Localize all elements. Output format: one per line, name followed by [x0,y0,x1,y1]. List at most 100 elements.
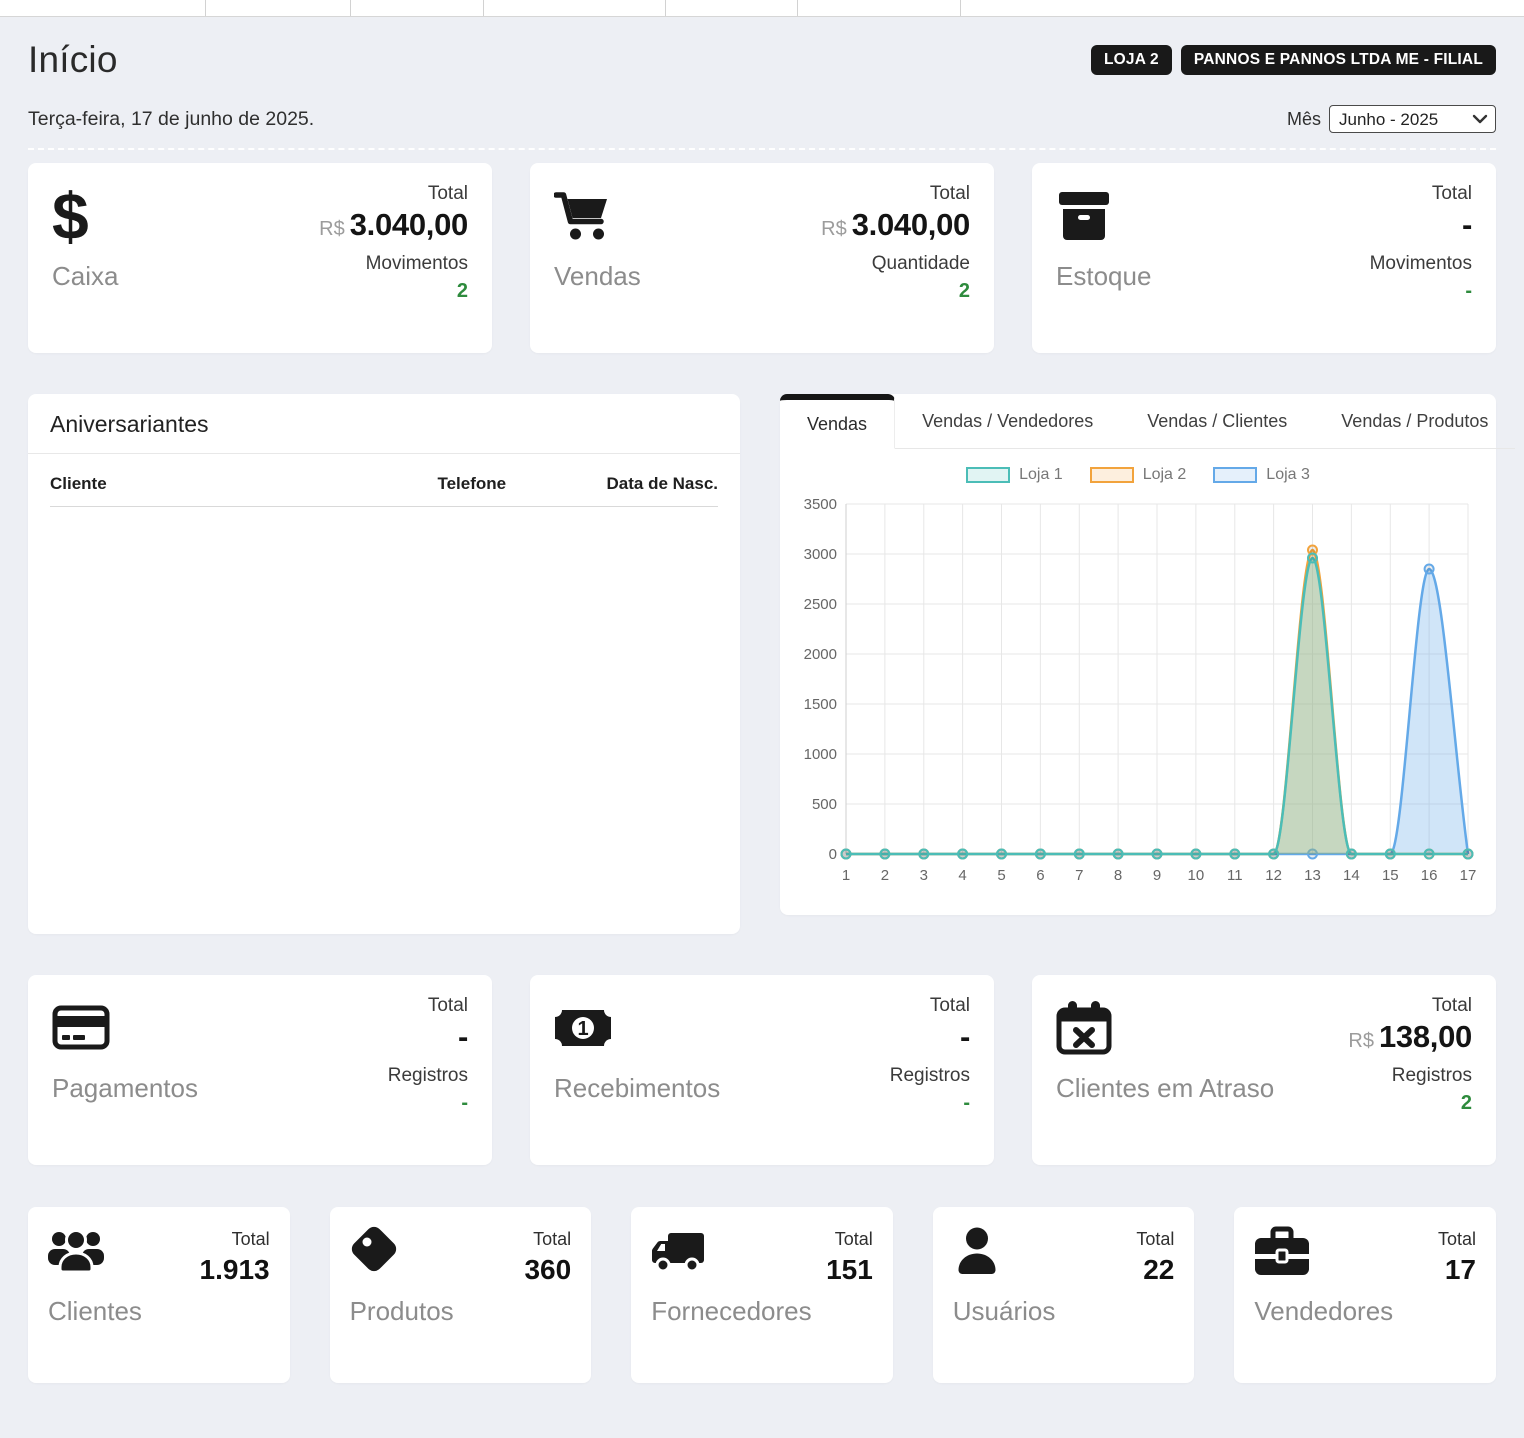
total-value: 17 [1438,1254,1476,1286]
x-tick-label: 10 [1188,867,1205,884]
data-point[interactable] [842,850,851,859]
page-title: Início [28,39,118,81]
sub-label: Registros [1348,1065,1472,1087]
clientes-card: Total 1.913 Clientes [28,1207,290,1383]
sub-label: Registros [388,1065,468,1087]
y-tick-label: 500 [812,796,837,813]
card-label: Vendedores [1254,1296,1476,1327]
data-point[interactable] [958,850,967,859]
card-label: Clientes [48,1296,270,1327]
x-tick-label: 12 [1265,867,1282,884]
data-point[interactable] [997,850,1006,859]
total-label: Total [1348,995,1472,1017]
card-label: Produtos [350,1296,572,1327]
user-icon [953,1226,1001,1276]
credit-card-icon [52,1003,110,1053]
legend-label: Loja 2 [1143,466,1187,484]
legend-item[interactable]: Loja 3 [1213,466,1310,484]
data-point[interactable] [1347,850,1356,859]
data-point[interactable] [1230,850,1239,859]
sub-value: - [1370,280,1472,303]
card-label: Clientes em Atraso [1056,1073,1274,1104]
sub-value: 2 [319,280,468,303]
clientes-em-atraso-card: Clientes em Atraso Total R$138,00 Regist… [1032,975,1496,1165]
strip-divider [797,0,798,16]
box-icon [1056,190,1112,242]
produtos-card: Total 360 Produtos [330,1207,592,1383]
card-label: Usuários [953,1296,1175,1327]
legend-label: Loja 3 [1266,466,1310,484]
total-value: - [890,1019,970,1055]
y-tick-label: 3500 [804,496,837,513]
data-point[interactable] [1036,850,1045,859]
data-point[interactable] [1386,850,1395,859]
column-header-data-nasc: Data de Nasc. [578,458,718,507]
data-point[interactable] [1425,565,1434,574]
data-point[interactable] [1114,850,1123,859]
tab-vendas-clientes[interactable]: Vendas / Clientes [1120,394,1314,449]
data-point[interactable] [1425,850,1434,859]
y-tick-label: 1500 [804,696,837,713]
total-value: 1.913 [200,1254,270,1286]
data-point[interactable] [1308,554,1317,563]
currency-prefix: R$ [319,218,345,240]
data-point[interactable] [1464,850,1473,859]
y-tick-label: 3000 [804,546,837,563]
y-tick-label: 1000 [804,746,837,763]
data-point[interactable] [1153,850,1162,859]
company-badge: PANNOS E PANNOS LTDA ME - FILIAL [1181,45,1496,75]
total-value: R$3.040,00 [319,207,468,243]
x-tick-label: 8 [1114,867,1122,884]
column-header-cliente: Cliente [50,458,437,507]
users-icon [48,1226,104,1276]
legend-swatch [966,467,1010,483]
sub-value: 2 [1348,1092,1472,1115]
strip-divider [665,0,666,16]
x-tick-label: 14 [1343,867,1360,884]
data-point[interactable] [1075,850,1084,859]
card-label: Pagamentos [52,1073,198,1104]
data-point[interactable] [919,850,928,859]
estoque-card: Estoque Total - Movimentos - [1032,163,1496,353]
money-bill-icon: 1 [554,1003,612,1053]
total-value: - [1370,207,1472,243]
top-window-strip [0,0,1524,17]
aniversariantes-title: Aniversariantes [28,394,740,454]
data-point[interactable] [880,850,889,859]
card-label: Recebimentos [554,1073,720,1104]
sub-label: Movimentos [319,253,468,275]
month-select[interactable]: Junho - 2025 [1329,105,1496,133]
data-point[interactable] [1191,850,1200,859]
tab-vendas-produtos[interactable]: Vendas / Produtos [1314,394,1515,449]
vendas-card: Vendas Total R$3.040,00 Quantidade 2 [530,163,994,353]
x-tick-label: 4 [958,867,966,884]
tab-vendas-vendedores[interactable]: Vendas / Vendedores [895,394,1120,449]
legend-swatch [1090,467,1134,483]
x-tick-label: 6 [1036,867,1044,884]
total-label: Total [821,183,970,205]
dashboard-page: Início LOJA 2 PANNOS E PANNOS LTDA ME - … [0,0,1524,1438]
recebimentos-card: 1 Recebimentos Total - Registros - [530,975,994,1165]
aniversariantes-card: Aniversariantes Cliente Telefone Data de… [28,394,740,934]
total-value: R$3.040,00 [821,207,970,243]
fornecedores-card: Total 151 Fornecedores [631,1207,893,1383]
store-badge: LOJA 2 [1091,45,1172,75]
legend-item[interactable]: Loja 1 [966,466,1063,484]
sub-label: Quantidade [821,253,970,275]
legend-item[interactable]: Loja 2 [1090,466,1187,484]
sales-chart-panel: Vendas Vendas / Vendedores Vendas / Clie… [780,394,1496,915]
x-tick-label: 11 [1227,867,1243,884]
legend-label: Loja 1 [1019,466,1063,484]
tab-vendas[interactable]: Vendas [780,394,895,449]
y-tick-label: 2500 [804,596,837,613]
y-tick-label: 2000 [804,646,837,663]
sales-chart-svg: 0500100015002000250030003500123456789101… [790,488,1490,902]
tag-icon [350,1225,402,1277]
current-date: Terça-feira, 17 de junho de 2025. [28,108,314,131]
total-label: Total [1438,1229,1476,1250]
store-badges: LOJA 2 PANNOS E PANNOS LTDA ME - FILIAL [1091,45,1496,75]
sub-label: Movimentos [1370,253,1472,275]
x-tick-label: 13 [1304,867,1321,884]
strip-divider [960,0,961,16]
data-point[interactable] [1269,850,1278,859]
